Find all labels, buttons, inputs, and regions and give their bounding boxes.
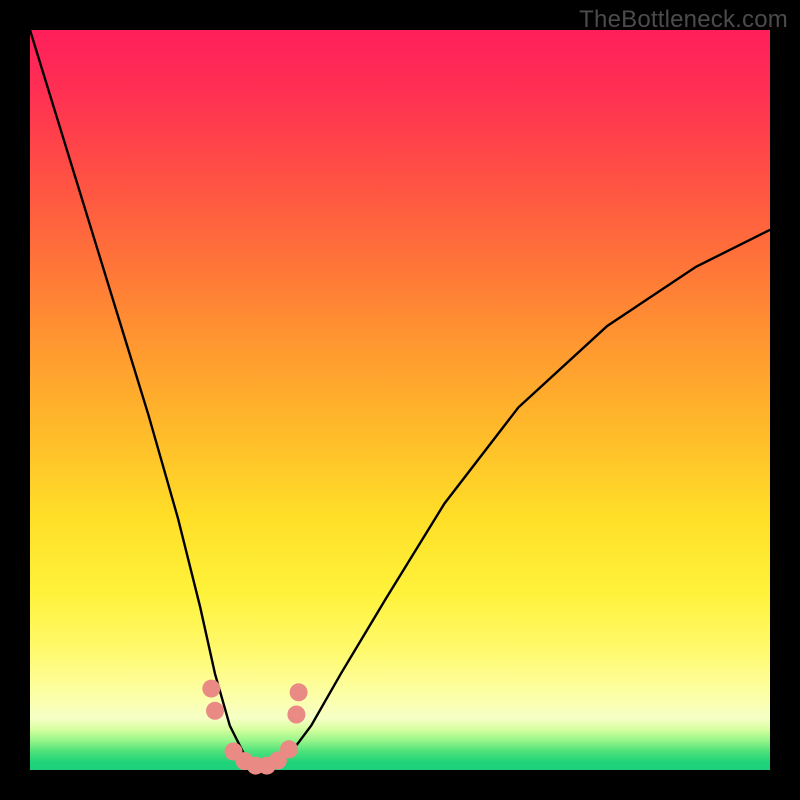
curve-marker [206,702,224,720]
curve-marker [280,740,298,758]
curve-marker [287,706,305,724]
curve-layer [30,30,770,770]
chart-frame: TheBottleneck.com [0,0,800,800]
curve-marker [202,680,220,698]
bottleneck-curve [30,30,770,770]
plot-area [30,30,770,770]
curve-marker [290,683,308,701]
marker-group [202,680,307,775]
watermark-text: TheBottleneck.com [579,6,788,34]
